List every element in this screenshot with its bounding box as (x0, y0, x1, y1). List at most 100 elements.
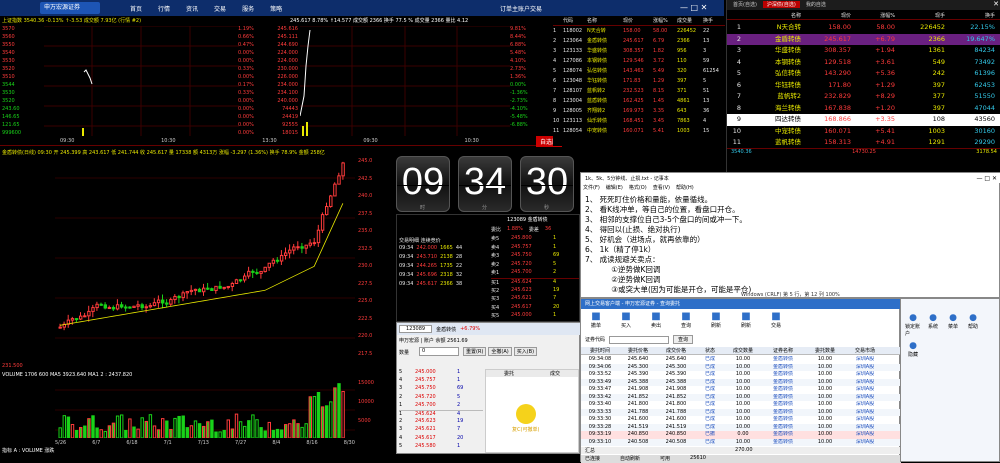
side-tool-button[interactable]: ● 隐藏 (905, 341, 921, 358)
price: 160.071 (623, 128, 644, 134)
window-controls[interactable]: — □ ✕ (680, 3, 707, 12)
trade-diff: 22 (455, 263, 463, 269)
notepad-menu-item[interactable]: 编辑(E) (606, 184, 623, 191)
watchlist-row[interactable]: 3 华盛转债 308.357 +1.94 1361 84234 (727, 45, 1000, 57)
volume-bar (74, 429, 79, 438)
watchlist-row[interactable]: 2 金盾转债 245.617 +6.79 2366 19.647% (727, 33, 1000, 45)
notepad-window-controls[interactable]: — □ ✕ (976, 175, 997, 182)
tab-orders[interactable]: 委托 (504, 370, 514, 377)
quote-row[interactable]: 3 123133 华盛转债 308.357 1.82 956 3 (553, 46, 725, 56)
fill-price: 241.788 (665, 408, 687, 415)
order-row[interactable]: 09:33:49 245.388 245.388 已成 10.00 金盾转债 10.00 深圳… (581, 378, 901, 386)
book-price: 245.621 (511, 295, 532, 302)
watchlist-tab[interactable]: 沪深债(自选) (762, 1, 800, 8)
order-row[interactable]: 09:33:47 241.908 241.908 已成 10.00 金盾转债 10.00 深圳… (581, 386, 901, 394)
order-row[interactable]: 09:33:19 240.850 240.850 已撤 0.00 金盾转债 10.00 深圳A… (581, 431, 901, 439)
toolbar-button[interactable]: ■ 卖出 (643, 311, 669, 329)
top-menu-item[interactable]: 首页 (130, 4, 142, 13)
code-input[interactable]: 123089 (399, 325, 433, 333)
side-tool-button[interactable]: ● 系统 (925, 313, 941, 337)
top-menu-item[interactable]: 服务 (242, 4, 254, 13)
side-tool-button[interactable]: ● 帮助 (965, 313, 981, 337)
filter-input[interactable] (609, 335, 670, 344)
order-row[interactable]: 09:33:10 240.508 240.508 已成 10.00 金盾转债 10.00 深圳… (581, 438, 901, 446)
notepad-menu-item[interactable]: 文件(F) (583, 184, 600, 191)
pct-axis-label: 2.73% (510, 66, 526, 72)
watchlist-row[interactable]: 1 N天合转 158.00 58.00 226452 22.15% (727, 22, 1000, 34)
filter-button[interactable]: 查询 (673, 335, 694, 344)
quote-row[interactable]: 1 118002 N天合转 158.00 58.00 226452 22 (553, 26, 725, 36)
close-icon[interactable]: ✕ (993, 0, 999, 8)
watchlist-row[interactable]: 10 中宠转债 160.071 +5.41 1003 30160 (727, 126, 1000, 138)
volume-bar (284, 424, 288, 438)
toolbar-icon: ■ (741, 311, 751, 322)
change: +3.35 (875, 115, 895, 123)
quote-row[interactable]: 9 128005 齐翔转2 169.973 3.35 643 36 (553, 106, 725, 116)
watchlist-row[interactable]: 8 海兰转债 167.838 +1.20 397 47044 (727, 103, 1000, 115)
security-name: 金盾转债 (772, 431, 793, 437)
toolbar-button[interactable]: ■ 交易 (763, 311, 789, 329)
quote-row[interactable]: 8 123004 蓝盾转债 162.425 1.45 4861 13 (553, 96, 725, 106)
notepad-menu-item[interactable]: 格式(O) (629, 184, 647, 191)
watchlist-tab[interactable]: 首页(自选) (729, 1, 761, 8)
watchlist-row[interactable]: 7 蓝帆转2 232.829 +8.29 377 51550 (727, 91, 1000, 103)
candle (284, 252, 288, 256)
toolbar-button[interactable]: ■ 撤单 (583, 311, 609, 329)
order-row[interactable]: 09:33:30 241.600 241.600 已成 10.00 金盾转债 10.00 深圳… (581, 416, 901, 424)
side-tool-button[interactable]: ● 锁定账户 (905, 313, 921, 337)
quote-row[interactable]: 7 128107 蓝帆转2 232.523 8.15 371 51 (553, 86, 725, 96)
notepad-menu-item[interactable]: 查看(V) (653, 184, 670, 191)
volume-bar (185, 427, 190, 438)
top-menu-item[interactable]: 资讯 (186, 4, 198, 13)
notepad-content[interactable]: 1、 死死盯住价格和量能，依量循线。 2、 看K线冲单，等自己的位置，看盘口开仓。… (585, 195, 995, 295)
side-tool-button[interactable]: ● 菜单 (945, 313, 961, 337)
toolbar-button[interactable]: ■ 刷新 (703, 311, 729, 329)
watchlist-row[interactable]: 11 蓝帆转债 158.313 +4.91 1291 29290 (727, 137, 1000, 149)
toolbar-button[interactable]: ■ 刷新 (733, 311, 759, 329)
order-row[interactable]: 09:33:28 241.519 241.519 已成 10.00 金盾转债 10.00 深圳… (581, 423, 901, 431)
watchlist-row[interactable]: 9 四达转债 168.866 +3.35 108 43560 (727, 114, 1000, 126)
quote-row[interactable]: 5 128074 弘信转债 143.463 5.49 320 61254 (553, 66, 725, 76)
volume-bar (177, 415, 181, 438)
order-row[interactable]: 09:33:42 241.852 241.852 已成 10.00 金盾转债 10.00 深圳… (581, 393, 901, 401)
watchlist-row[interactable]: 5 弘信转债 143.290 +5.36 242 61396 (727, 68, 1000, 80)
trade-row: 09:34 245.696 2318 32 (399, 272, 489, 281)
value-label: 74443 (282, 106, 298, 112)
order-price: 245.388 (627, 378, 649, 385)
qty-input[interactable]: 0 (419, 347, 459, 356)
quote-row[interactable]: 6 123048 华钰转债 171.83 1.29 397 5 (553, 76, 725, 86)
notepad-menu-item[interactable]: 帮助(H) (676, 184, 694, 191)
quote-row[interactable]: 2 123064 金盾转债 245.617 6.79 2366 13 (553, 36, 725, 46)
top-menu-item[interactable]: 策略 (270, 4, 282, 13)
quote-row[interactable]: 10 123113 仙乐转债 168.451 3.45 7863 4 (553, 116, 725, 126)
order-row[interactable]: 09:34:06 245.300 245.300 已成 10.00 金盾转债 10.00 深圳… (581, 363, 901, 371)
toolbar-label: 撤单 (590, 323, 601, 329)
watchlist-row[interactable]: 6 华钰转债 171.80 +1.29 397 62453 (727, 80, 1000, 92)
order-button[interactable]: 重置(R) (463, 347, 487, 356)
volume-bar (275, 428, 280, 438)
tab-fills[interactable]: 成交 (550, 370, 560, 377)
watchlist-row[interactable]: 4 本钢转债 129.518 +3.61 549 73492 (727, 57, 1000, 69)
order-button[interactable]: 全撤(A) (488, 347, 512, 356)
cancel-badge[interactable]: 复C(可撤单) (512, 426, 539, 433)
candle (292, 246, 296, 251)
toolbar-button[interactable]: ■ 查询 (673, 311, 699, 329)
tool-icon: ● (949, 313, 957, 323)
top-menu-item[interactable]: 交易 (214, 4, 226, 13)
book-row: 卖3 245.750 69 (491, 252, 579, 261)
security-name: 金盾转债 (772, 438, 793, 445)
order-button[interactable]: 买入(B) (513, 347, 538, 356)
change: 8.15 (653, 88, 665, 94)
watchlist-tab[interactable]: 我的自选 (802, 1, 830, 8)
order-row[interactable]: 09:34:08 245.640 245.640 已成 10.00 金盾转债 10.00 深圳… (581, 356, 901, 364)
quote-row[interactable]: 11 128054 中宠转债 160.071 5.41 1003 15 (553, 126, 725, 136)
toolbar-button[interactable]: ■ 买入 (613, 311, 639, 329)
quote-row[interactable]: 4 127086 本钢转债 129.546 3.72 110 59 (553, 56, 725, 66)
price: 232.523 (623, 88, 644, 94)
order-row[interactable]: 09:33:33 241.788 241.788 已成 10.00 金盾转债 10.00 深圳… (581, 408, 901, 416)
top-menu-item[interactable]: 行情 (158, 4, 170, 13)
order-row[interactable]: 09:33:40 241.800 241.800 已成 10.00 金盾转债 10.00 深圳… (581, 401, 901, 409)
order-row[interactable]: 09:33:52 245.390 245.390 已成 10.00 金盾转债 10.00 深圳… (581, 371, 901, 379)
order-book-row: 2 245.720 5 (399, 394, 483, 402)
turnover: 51 (703, 88, 710, 94)
